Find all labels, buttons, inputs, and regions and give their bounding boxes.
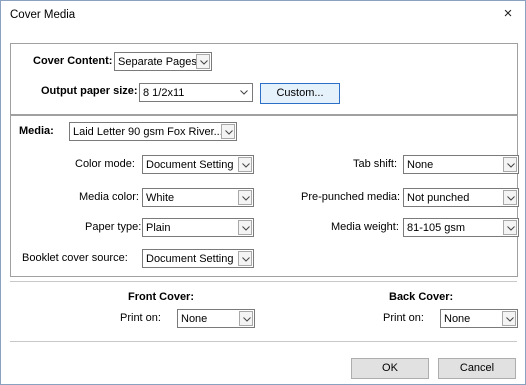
- paper-type-label: Paper type:: [85, 221, 142, 233]
- color-mode-value: Document Setting: [146, 159, 234, 171]
- media-weight-label: Media weight:: [331, 221, 399, 233]
- ok-button[interactable]: OK: [351, 358, 429, 379]
- title-bar: Cover Media ×: [1, 1, 525, 29]
- media-label: Media:: [19, 125, 54, 137]
- cancel-button[interactable]: Cancel: [438, 358, 516, 379]
- color-mode-select[interactable]: Document Setting: [142, 155, 254, 174]
- tab-shift-select[interactable]: None: [403, 155, 519, 174]
- cover-media-dialog: Cover Media × Cover Content: Separate Pa…: [0, 0, 526, 385]
- section-separator: [10, 281, 517, 282]
- pre-punched-media-value: Not punched: [407, 192, 470, 204]
- media-color-value: White: [146, 192, 175, 204]
- output-paper-size-select[interactable]: 8 1/2x11: [139, 83, 253, 102]
- cover-content-value: Separate Pages: [118, 56, 197, 68]
- paper-type-value: Plain: [146, 222, 171, 234]
- window-title: Cover Media: [10, 9, 76, 21]
- custom-button[interactable]: Custom...: [260, 83, 340, 104]
- button-separator: [10, 341, 517, 342]
- booklet-cover-source-label: Booklet cover source:: [22, 252, 128, 264]
- booklet-cover-source-value: Document Setting: [146, 253, 234, 265]
- front-print-on-value: None: [181, 313, 208, 325]
- media-color-select[interactable]: White: [142, 188, 254, 207]
- cover-content-panel: [10, 43, 518, 115]
- chevron-down-icon: [238, 220, 252, 235]
- chevron-down-icon: [503, 220, 517, 235]
- front-cover-heading: Front Cover:: [128, 291, 194, 303]
- chevron-down-icon: [221, 124, 235, 139]
- chevron-down-icon: [238, 251, 252, 266]
- cover-content-select[interactable]: Separate Pages: [114, 52, 212, 71]
- output-paper-size-value: 8 1/2x11: [143, 87, 185, 99]
- back-print-on-label: Print on:: [383, 312, 424, 324]
- tab-shift-value: None: [407, 159, 434, 171]
- pre-punched-media-label: Pre-punched media:: [301, 191, 401, 203]
- media-select[interactable]: Laid Letter 90 gsm Fox River...: [69, 122, 237, 141]
- pre-punched-media-select[interactable]: Not punched: [403, 188, 519, 207]
- media-color-label: Media color:: [79, 191, 139, 203]
- back-print-on-select[interactable]: None: [440, 309, 518, 328]
- close-icon[interactable]: ×: [499, 5, 517, 23]
- tab-shift-label: Tab shift:: [353, 158, 398, 170]
- paper-type-select[interactable]: Plain: [142, 218, 254, 237]
- output-paper-size-label: Output paper size:: [41, 85, 138, 97]
- media-weight-value: 81-105 gsm: [407, 222, 466, 234]
- media-weight-select[interactable]: 81-105 gsm: [403, 218, 519, 237]
- chevron-down-icon: [237, 85, 251, 100]
- color-mode-label: Color mode:: [75, 158, 135, 170]
- chevron-down-icon: [238, 157, 252, 172]
- chevron-down-icon: [239, 311, 253, 326]
- media-value: Laid Letter 90 gsm Fox River...: [73, 126, 223, 138]
- chevron-down-icon: [503, 157, 517, 172]
- front-print-on-label: Print on:: [120, 312, 161, 324]
- chevron-down-icon: [502, 311, 516, 326]
- chevron-down-icon: [503, 190, 517, 205]
- chevron-down-icon: [238, 190, 252, 205]
- back-print-on-value: None: [444, 313, 471, 325]
- front-print-on-select[interactable]: None: [177, 309, 255, 328]
- cover-content-label: Cover Content:: [33, 55, 113, 67]
- back-cover-heading: Back Cover:: [389, 291, 454, 303]
- chevron-down-icon: [196, 54, 210, 69]
- booklet-cover-source-select[interactable]: Document Setting: [142, 249, 254, 268]
